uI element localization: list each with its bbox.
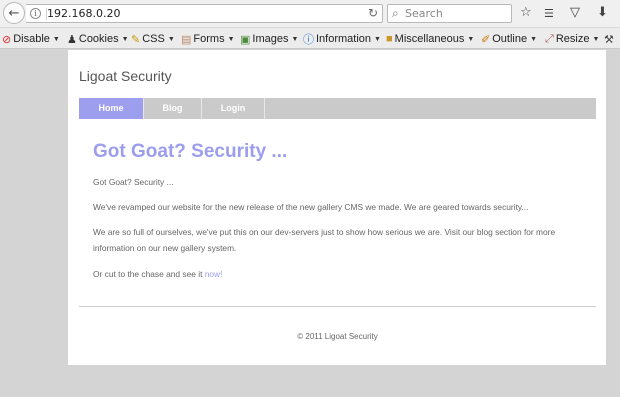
- devbar-label: Resize: [555, 33, 590, 45]
- devbar-tools[interactable]: ⚒: [604, 31, 616, 47]
- star-icon[interactable]: ☆: [520, 5, 532, 21]
- web-page: Ligoat Security Home Blog Login Got Goat…: [68, 50, 606, 365]
- footer-copyright: © 2011 Ligoat Security: [297, 332, 378, 341]
- revamp-paragraph: We've revamped our website for the new r…: [93, 202, 529, 212]
- devbar-css[interactable]: ✎ CSS ▼: [131, 31, 175, 47]
- devbar-miscellaneous[interactable]: ■ Miscellaneous ▼: [386, 31, 474, 47]
- devbar-label: Cookies: [78, 33, 119, 45]
- reading-list-icon[interactable]: ☰: [544, 6, 554, 22]
- url-text[interactable]: 192.168.0.20: [47, 7, 120, 20]
- cta-paragraph: Or cut to the chase and see it now!: [93, 266, 573, 282]
- info-icon[interactable]: i: [30, 8, 41, 19]
- menu-home[interactable]: Home: [79, 98, 144, 119]
- dropdown-arrow-icon: ▼: [374, 35, 381, 43]
- site-menu: Home Blog Login: [79, 98, 596, 119]
- url-bar[interactable]: i 192.168.0.20 ↻: [26, 4, 383, 23]
- dropdown-arrow-icon: ▼: [530, 35, 538, 43]
- devbar-forms[interactable]: ▤ Forms ▼: [181, 31, 235, 47]
- devbar-label: Disable: [13, 33, 50, 45]
- devbar-label: Information: [316, 33, 372, 45]
- reload-icon[interactable]: ↻: [368, 6, 378, 20]
- folder-icon: ■: [386, 33, 393, 45]
- dropdown-arrow-icon: ▼: [121, 35, 129, 43]
- pen-icon: ✐: [481, 33, 491, 46]
- person-icon: ♟: [67, 33, 77, 46]
- devbar-label: Outline: [492, 33, 528, 45]
- dropdown-arrow-icon: ▼: [291, 35, 299, 43]
- menu-login[interactable]: Login: [202, 98, 265, 119]
- pocket-icon[interactable]: ▽: [570, 5, 580, 21]
- search-input[interactable]: ⌕ Search: [387, 4, 512, 23]
- dev-server-paragraph: We are so full of ourselves, we've put t…: [93, 227, 556, 253]
- back-button[interactable]: ←: [3, 2, 25, 24]
- cta-text: Or cut to the chase and see it: [93, 269, 205, 279]
- devbar-label: Forms: [193, 33, 225, 45]
- now-link[interactable]: now!: [205, 269, 223, 279]
- clipboard-icon: ▤: [181, 33, 192, 46]
- devbar-label: Images: [252, 33, 289, 45]
- search-placeholder: Search: [405, 7, 443, 20]
- devbar-label: CSS: [142, 33, 165, 45]
- pencil-icon: ✎: [131, 33, 141, 46]
- resize-icon: ⤢: [545, 32, 554, 45]
- tools-icon: ⚒: [604, 33, 614, 46]
- dropdown-arrow-icon: ▼: [52, 35, 60, 43]
- dropdown-arrow-icon: ▼: [167, 35, 175, 43]
- devbar-resize[interactable]: ⤢ Resize ▼: [545, 31, 599, 47]
- download-icon[interactable]: ⬇: [597, 5, 608, 21]
- devbar-cookies[interactable]: ♟ Cookies ▼: [67, 31, 129, 47]
- devbar-label: Miscellaneous: [394, 33, 465, 45]
- devbar-outline[interactable]: ✐ Outline ▼: [481, 31, 537, 47]
- back-arrow-icon: ←: [8, 5, 20, 21]
- no-sign-icon: ⊘: [2, 33, 12, 46]
- devbar-disable[interactable]: ⊘ Disable ▼: [2, 31, 60, 47]
- image-icon: ▣: [240, 33, 251, 46]
- search-icon: ⌕: [392, 6, 399, 20]
- dropdown-arrow-icon: ▼: [592, 35, 600, 43]
- browser-toolbar: ← i 192.168.0.20 ↻ ⌕ Search ☆ ☰ ▽ ⬇: [0, 0, 620, 28]
- dropdown-arrow-icon: ▼: [227, 35, 235, 43]
- menu-blog[interactable]: Blog: [144, 98, 202, 119]
- devbar-information[interactable]: ⓘ Information ▼: [303, 31, 381, 47]
- web-developer-toolbar: ⊘ Disable ▼ ♟ Cookies ▼ ✎ CSS ▼ ▤ Forms …: [0, 28, 620, 49]
- site-title: Ligoat Security: [79, 68, 172, 84]
- intro-paragraph: Got Goat? Security ...: [93, 177, 174, 187]
- footer-divider: [79, 306, 596, 307]
- dropdown-arrow-icon: ▼: [467, 35, 475, 43]
- info-circle-icon: ⓘ: [303, 34, 314, 46]
- page-heading: Got Goat? Security ...: [93, 141, 288, 162]
- devbar-images[interactable]: ▣ Images ▼: [240, 31, 298, 47]
